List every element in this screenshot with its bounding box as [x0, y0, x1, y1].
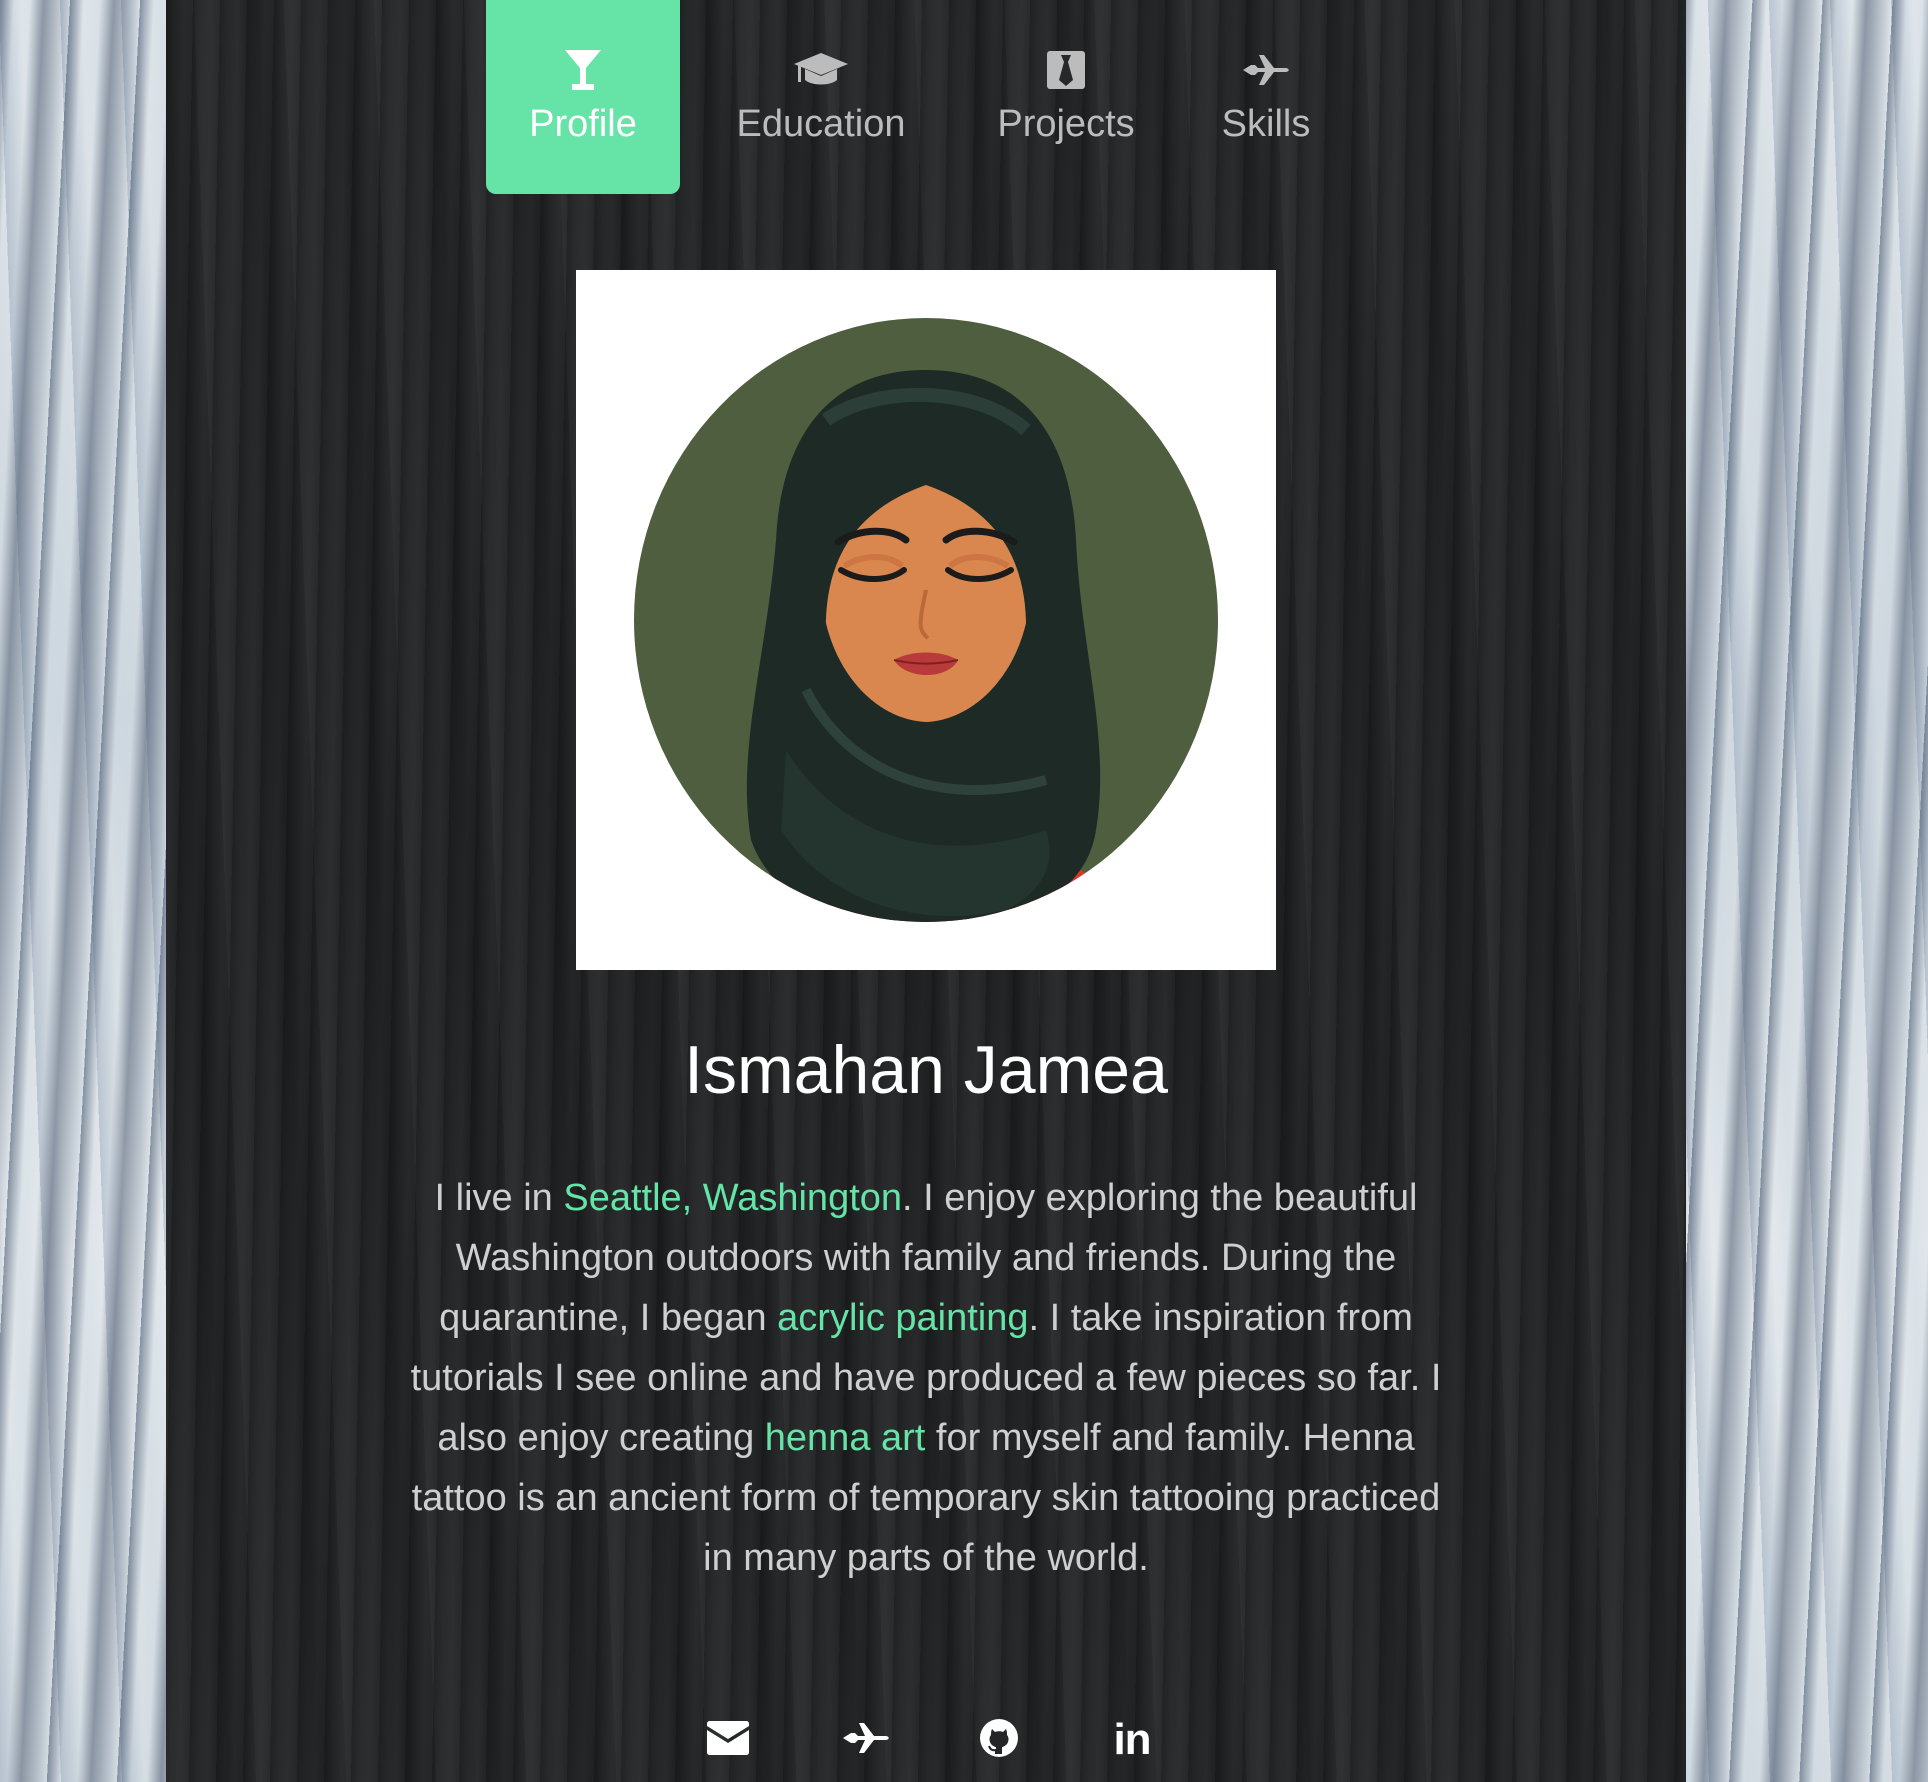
main-panel: Profile Education Projects Skills Ismaha…: [166, 0, 1686, 1782]
profile-name: Ismahan Jamea: [684, 1032, 1168, 1108]
tab-education-label: Education: [736, 103, 906, 145]
bio-link-henna[interactable]: henna art: [765, 1417, 926, 1459]
bio-text: I live in: [434, 1177, 564, 1219]
woman-in-hijab-illustration: [634, 318, 1218, 922]
tab-projects[interactable]: Projects: [966, 0, 1166, 194]
social-links: in: [166, 1710, 1686, 1770]
airplane-icon: [841, 1721, 891, 1760]
tab-profile[interactable]: Profile: [486, 0, 680, 194]
tab-projects-label: Projects: [997, 103, 1135, 145]
linkedin-icon: in: [1113, 1715, 1151, 1764]
cocktail-glass-icon: [486, 46, 680, 94]
github-link[interactable]: [969, 1710, 1029, 1770]
avatar: [576, 270, 1276, 970]
tab-skills[interactable]: Skills: [1196, 0, 1336, 194]
tab-education[interactable]: Education: [706, 0, 936, 194]
email-link[interactable]: [698, 1710, 758, 1770]
tab-profile-label: Profile: [529, 103, 637, 145]
nav-tabs: Profile Education Projects Skills: [166, 0, 1686, 194]
airplane-icon: [1196, 46, 1336, 94]
bio-link-location[interactable]: Seattle, Washington: [563, 1177, 902, 1219]
necktie-icon: [966, 46, 1166, 94]
travel-link[interactable]: [836, 1710, 896, 1770]
bio-link-painting[interactable]: acrylic painting: [777, 1297, 1028, 1339]
envelope-icon: [705, 1720, 751, 1761]
graduation-cap-icon: [706, 46, 936, 94]
github-icon: [978, 1717, 1020, 1764]
tab-skills-label: Skills: [1221, 103, 1311, 145]
linkedin-link[interactable]: in: [1102, 1710, 1162, 1770]
profile-bio: I live in Seattle, Washington. I enjoy e…: [396, 1168, 1456, 1588]
